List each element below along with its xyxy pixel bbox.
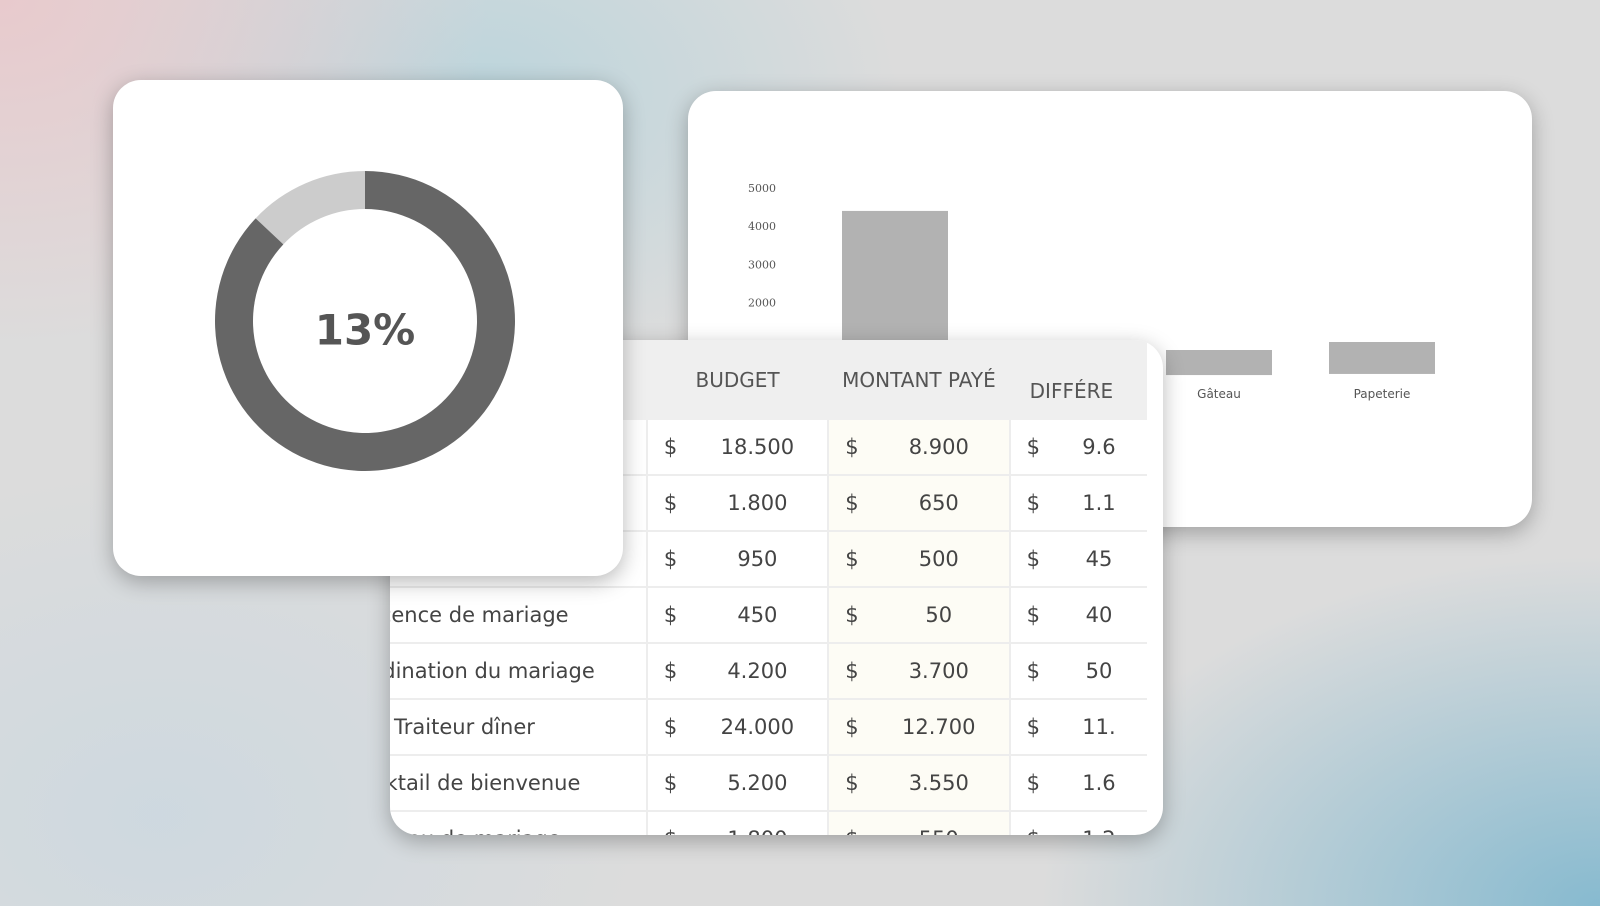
diff-value: 40 bbox=[1050, 587, 1147, 644]
header-paid: MONTANT PAYÉ bbox=[828, 340, 1010, 420]
paid-currency: $ bbox=[827, 811, 869, 835]
table-row: Traiteur dîner $24.000 $12.700 $11. bbox=[390, 699, 1147, 756]
budget-value: 24.000 bbox=[687, 699, 829, 756]
diff-value: 11. bbox=[1050, 699, 1147, 756]
paid-currency: $ bbox=[827, 475, 869, 532]
budget-currency: $ bbox=[645, 531, 688, 588]
table-row: âteau de mariage$1.800$550$1.2 bbox=[390, 811, 1147, 835]
paid-currency: $ bbox=[827, 755, 869, 812]
diff-currency: $ bbox=[1008, 643, 1051, 700]
budget-currency: $ bbox=[645, 475, 688, 532]
diff-value: 50 bbox=[1050, 643, 1147, 700]
diff-value: 1.1 bbox=[1050, 475, 1147, 532]
diff-value: 45 bbox=[1050, 531, 1147, 588]
donut-chart-card: 13% bbox=[113, 80, 623, 576]
budget-value: 18.500 bbox=[687, 420, 829, 476]
diff-value: 1.2 bbox=[1050, 811, 1147, 835]
y-tick-label: 4000 bbox=[748, 220, 776, 233]
row-label: Traiteur dîner bbox=[390, 699, 647, 756]
paid-value: 12.700 bbox=[868, 699, 1010, 756]
diff-currency: $ bbox=[1008, 475, 1051, 532]
donut-chart: 13% bbox=[214, 171, 515, 472]
paid-value: 8.900 bbox=[868, 420, 1010, 476]
budget-currency: $ bbox=[645, 643, 688, 700]
diff-currency: $ bbox=[1008, 811, 1051, 835]
diff-currency: $ bbox=[1008, 699, 1051, 756]
y-tick-label: 2000 bbox=[748, 297, 776, 310]
diff-currency: $ bbox=[1008, 755, 1051, 812]
budget-currency: $ bbox=[645, 420, 688, 476]
bar bbox=[1329, 342, 1435, 374]
table-row: rdination du mariage $4.200 $3.700 $50 bbox=[390, 643, 1147, 700]
paid-value: 650 bbox=[868, 475, 1010, 532]
diff-currency: $ bbox=[1008, 587, 1051, 644]
paid-currency: $ bbox=[827, 643, 869, 700]
budget-value: 4.200 bbox=[687, 643, 829, 700]
budget-value: 950 bbox=[687, 531, 829, 588]
paid-value: 500 bbox=[868, 531, 1010, 588]
budget-currency: $ bbox=[645, 699, 688, 756]
budget-value: 1.800 bbox=[687, 475, 829, 532]
donut-slice bbox=[255, 171, 365, 245]
row-label: icence de mariage bbox=[390, 587, 647, 644]
budget-currency: $ bbox=[645, 755, 688, 812]
donut-percent-label: 13% bbox=[315, 306, 416, 355]
x-tick-label: Papeterie bbox=[1354, 387, 1411, 401]
table-row: cktail de bienvenue $5.200 $3.550 $1.6 bbox=[390, 755, 1147, 812]
diff-currency: $ bbox=[1008, 531, 1051, 588]
budget-value: 450 bbox=[687, 587, 829, 644]
paid-value: 550 bbox=[868, 811, 1010, 835]
budget-value: 1.800 bbox=[687, 811, 829, 835]
header-diff: DIFFÉRE bbox=[1009, 340, 1147, 420]
paid-value: 3.550 bbox=[868, 755, 1010, 812]
row-label: rdination du mariage bbox=[390, 643, 647, 700]
budget-currency: $ bbox=[645, 811, 688, 835]
diff-value: 9.6 bbox=[1050, 420, 1147, 476]
budget-value: 5.200 bbox=[687, 755, 829, 812]
y-tick-label: 3000 bbox=[748, 258, 776, 271]
paid-value: 50 bbox=[868, 587, 1010, 644]
y-tick-label: 5000 bbox=[748, 182, 776, 195]
paid-currency: $ bbox=[827, 531, 869, 588]
paid-value: 3.700 bbox=[868, 643, 1010, 700]
x-tick-label: Gâteau bbox=[1197, 387, 1241, 401]
row-label: cktail de bienvenue bbox=[390, 755, 647, 812]
row-label: âteau de mariage bbox=[390, 811, 647, 835]
paid-currency: $ bbox=[827, 699, 869, 756]
paid-currency: $ bbox=[827, 587, 869, 644]
table-row: icence de mariage $450 $50 $40 bbox=[390, 587, 1147, 644]
header-budget: BUDGET bbox=[646, 340, 829, 420]
budget-currency: $ bbox=[645, 587, 688, 644]
paid-currency: $ bbox=[827, 420, 869, 476]
diff-value: 1.6 bbox=[1050, 755, 1147, 812]
diff-currency: $ bbox=[1008, 420, 1051, 476]
bar bbox=[1166, 350, 1272, 376]
